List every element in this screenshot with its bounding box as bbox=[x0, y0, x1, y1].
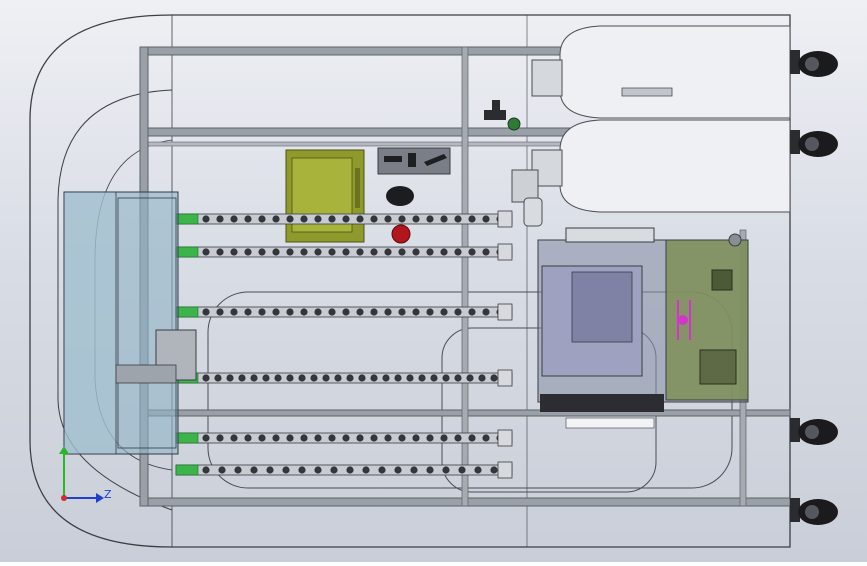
gas-cylinder-top bbox=[531, 25, 791, 119]
caster-wheel bbox=[790, 498, 838, 525]
cad-viewport[interactable]: Z bbox=[0, 0, 867, 562]
caster-wheel bbox=[790, 418, 838, 445]
caster-wheel bbox=[790, 50, 838, 77]
switch-panel bbox=[377, 147, 451, 175]
electronics-module bbox=[537, 227, 749, 429]
regulator-valve bbox=[484, 100, 521, 131]
caster-wheels bbox=[790, 50, 838, 525]
roller-tube bbox=[175, 303, 513, 321]
caster-wheel bbox=[790, 130, 838, 157]
assembly-drawing[interactable]: Z bbox=[0, 0, 867, 562]
gauge-knob bbox=[386, 186, 414, 206]
control-panel bbox=[285, 149, 365, 243]
end-enclosure bbox=[63, 191, 197, 455]
roller-tube bbox=[175, 461, 513, 479]
roller-tube bbox=[175, 369, 513, 387]
roller-tube bbox=[175, 429, 513, 447]
triad-z-label: Z bbox=[104, 488, 112, 501]
roller-tube bbox=[175, 243, 513, 261]
emergency-stop-button bbox=[391, 224, 411, 244]
roller-tubes bbox=[175, 210, 513, 479]
coordinate-triad: Z bbox=[59, 446, 112, 503]
